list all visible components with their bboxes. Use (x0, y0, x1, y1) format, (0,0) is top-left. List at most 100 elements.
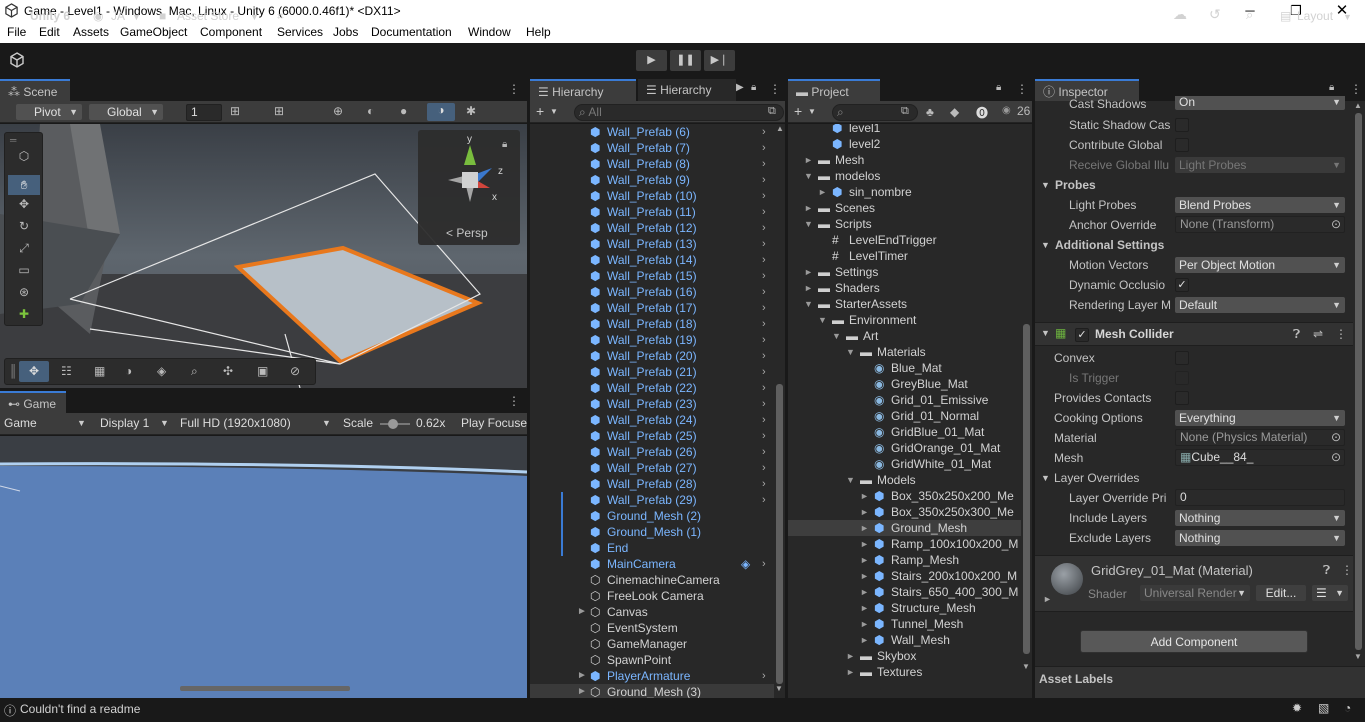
project-item[interactable]: ▼ ▬ Environment (788, 312, 1021, 328)
rotate-tool-icon[interactable]: ↻ (10, 219, 38, 239)
hierarchy-item[interactable]: ⬢ Wall_Prefab (17) › (530, 300, 774, 316)
overlay-handle-icon[interactable]: ║ (9, 364, 18, 378)
hierarchy-item[interactable]: ⬢ Wall_Prefab (22) › (530, 380, 774, 396)
hierarchy-item[interactable]: ⬡ GameManager (530, 636, 774, 652)
project-item[interactable]: ► ▬ Mesh (788, 152, 1021, 168)
open-prefab-arrow-icon[interactable]: › (762, 220, 766, 236)
scale-tool-icon[interactable]: ⤢ (10, 241, 38, 261)
hierarchy-search-input[interactable]: ⌕ All (574, 104, 784, 121)
display-dropdown[interactable]: Display 1 (100, 416, 149, 430)
hierarchy-item[interactable]: ⬢ Wall_Prefab (19) › (530, 332, 774, 348)
hierarchy-item[interactable]: ⬢ Wall_Prefab (20) › (530, 348, 774, 364)
increment-snap-icon[interactable]: ⊞ (274, 104, 284, 118)
zoom-icon[interactable]: ⌕ (191, 364, 198, 379)
custom-tool-icon[interactable]: ✚ (10, 307, 38, 325)
foldout-arrow-icon[interactable]: ► (804, 280, 813, 296)
progress-icon[interactable]: ◔ (1344, 701, 1351, 715)
mesh-collider-header[interactable]: ▼ ▦ ✓ Mesh Collider ❓︎ ⇌ ⋮ (1035, 322, 1353, 346)
hierarchy-item[interactable]: ► ⬡ Canvas (530, 604, 774, 620)
preset-icon[interactable]: ⇌ (1313, 327, 1323, 341)
menu-jobs[interactable]: Jobs (333, 25, 358, 39)
hierarchy-item[interactable]: ⬢ Wall_Prefab (8) › (530, 156, 774, 172)
project-item[interactable]: ▼ ▬ Scripts (788, 216, 1021, 232)
search-icon[interactable]: ⌕ (1246, 7, 1253, 23)
open-prefab-arrow-icon[interactable]: › (762, 156, 766, 172)
more-options-icon[interactable]: ⋮ (769, 82, 781, 96)
project-item[interactable]: ► ⬢ Ground_Mesh (788, 520, 1021, 536)
foldout-arrow-icon[interactable]: ► (860, 552, 869, 568)
hierarchy-item[interactable]: ⬢ Wall_Prefab (14) › (530, 252, 774, 268)
hierarchy-item[interactable]: ⬢ Wall_Prefab (12) › (530, 220, 774, 236)
scale-slider-thumb[interactable] (388, 419, 398, 429)
account-icon[interactable]: ◉ (93, 9, 103, 23)
contribute-global-checkbox[interactable] (1175, 138, 1189, 152)
inspector-scroll-thumb[interactable] (1355, 113, 1362, 650)
hierarchy-item[interactable]: ⬡ CinemachineCamera (530, 572, 774, 588)
mesh-field[interactable]: ▦Cube__84_ ⊙ (1175, 449, 1345, 466)
lock-icon[interactable]: 🔒︎ (751, 82, 756, 93)
convex-checkbox[interactable] (1175, 351, 1189, 365)
hierarchy-item[interactable]: ⬢ Ground_Mesh (1) (530, 524, 774, 540)
history-icon[interactable]: ↺ (1209, 6, 1221, 23)
tab-project[interactable]: ▬ Project (788, 79, 880, 101)
render-mode-icon[interactable]: ◑ (125, 364, 132, 378)
open-prefab-arrow-icon[interactable]: › (762, 188, 766, 204)
foldout-arrow-icon[interactable]: ► (804, 200, 813, 216)
include-layers-dropdown[interactable]: Nothing ▼ (1175, 510, 1345, 526)
scale-slider[interactable] (380, 419, 410, 429)
hierarchy-item[interactable]: ⬢ Wall_Prefab (23) › (530, 396, 774, 412)
shaded-wireframe-icon[interactable]: ◐ (367, 104, 374, 118)
anchor-override-field[interactable]: None (Transform) ⊙ (1175, 216, 1345, 233)
transform-tool-icon[interactable]: ⊛ (10, 285, 38, 305)
debug-mode-icon[interactable]: ✹ (1292, 701, 1302, 715)
foldout-arrow-icon[interactable]: ► (804, 264, 813, 280)
open-prefab-arrow-icon[interactable]: › (762, 412, 766, 428)
open-prefab-arrow-icon[interactable]: › (762, 124, 766, 140)
cast-shadows-dropdown[interactable]: On ▼ (1175, 96, 1345, 110)
foldout-arrow-icon[interactable]: ▼ (804, 216, 813, 232)
asset-store-button[interactable]: Asset Store (177, 9, 239, 23)
material-field[interactable]: None (Physics Material) ⊙ (1175, 429, 1345, 446)
foldout-arrow-icon[interactable]: ► (860, 584, 869, 600)
hierarchy-item[interactable]: ⬢ Wall_Prefab (24) › (530, 412, 774, 428)
layer-overrides-section[interactable]: ▼ Layer Overrides (1035, 468, 1350, 488)
layers-icon[interactable]: ◈ (157, 364, 166, 378)
open-prefab-arrow-icon[interactable]: › (762, 332, 766, 348)
project-item[interactable]: ▼ ▬ modelos (788, 168, 1021, 184)
tab-game[interactable]: ⊷ Game (0, 391, 66, 413)
menu-window[interactable]: Window (468, 25, 511, 39)
hierarchy-scroll-thumb[interactable] (776, 384, 783, 684)
menu-help[interactable]: Help (526, 25, 551, 39)
mesh-collider-enabled-checkbox[interactable]: ✓ (1075, 328, 1089, 342)
project-item[interactable]: ► ⬢ Tunnel_Mesh (788, 616, 1021, 632)
open-prefab-arrow-icon[interactable]: › (762, 380, 766, 396)
scroll-up-icon[interactable]: ▲ (776, 124, 784, 133)
project-item[interactable]: ► ⬢ Wall_Mesh (788, 632, 1021, 648)
open-prefab-arrow-icon[interactable]: › (762, 444, 766, 460)
hierarchy-item[interactable]: ⬢ Wall_Prefab (29) › (530, 492, 774, 508)
menu-documentation[interactable]: Documentation (371, 25, 452, 39)
exclude-layers-dropdown[interactable]: Nothing ▼ (1175, 530, 1345, 546)
hierarchy-item[interactable]: ⬢ Wall_Prefab (7) › (530, 140, 774, 156)
open-prefab-arrow-icon[interactable]: › (762, 316, 766, 332)
project-item[interactable]: ► ⬢ Stairs_650_400_300_M (788, 584, 1021, 600)
step-button[interactable]: ▶❘ (704, 50, 735, 71)
menu-edit[interactable]: Edit (39, 25, 60, 39)
hierarchy-item[interactable]: ⬢ Wall_Prefab (11) › (530, 204, 774, 220)
foldout-arrow-icon[interactable]: ► (860, 488, 869, 504)
project-item[interactable]: ► ⬢ Ramp_100x100x200_M (788, 536, 1021, 552)
project-item[interactable]: ► ▬ Textures (788, 664, 1021, 680)
foldout-arrow-icon[interactable]: ► (860, 600, 869, 616)
tab-scene[interactable]: ⁂ Scene (0, 79, 70, 101)
more-options-icon[interactable]: ⋮ (1341, 563, 1353, 577)
rect-tool-icon[interactable]: ▭ (10, 263, 38, 283)
gizmos-icon[interactable]: ✱ (466, 104, 476, 118)
foldout-arrow-icon[interactable]: ▼ (846, 344, 855, 360)
pause-button[interactable]: ❚❚ (670, 50, 701, 71)
hierarchy-item[interactable]: ⬢ Wall_Prefab (18) › (530, 316, 774, 332)
lighting-toggle-icon[interactable]: ◑ (427, 103, 455, 121)
project-item[interactable]: ► ▬ Scenes (788, 200, 1021, 216)
foldout-arrow-icon[interactable]: ► (1043, 594, 1052, 604)
motion-vectors-dropdown[interactable]: Per Object Motion ▼ (1175, 257, 1345, 273)
create-plus-icon[interactable]: + (536, 103, 544, 119)
